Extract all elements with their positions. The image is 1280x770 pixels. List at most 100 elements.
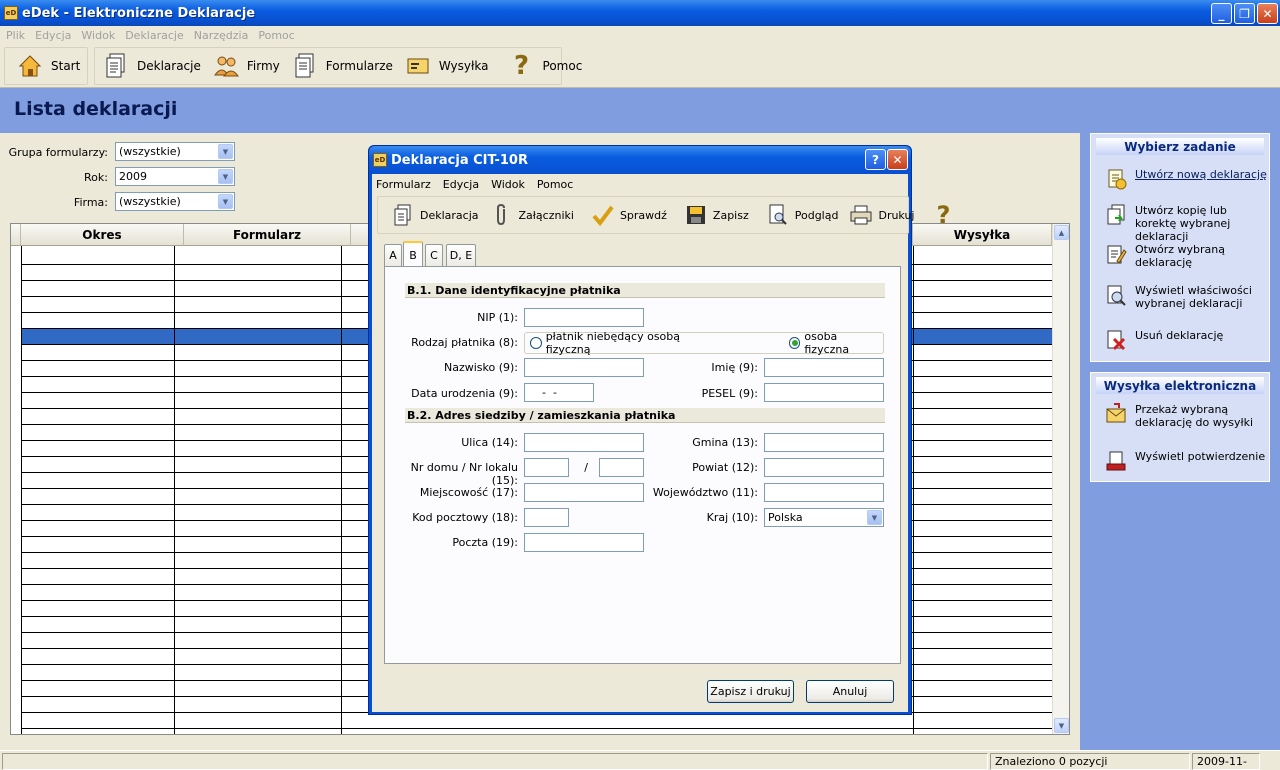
nazwisko-field[interactable]: [524, 358, 644, 377]
task-open-declaration[interactable]: Otwórz wybraną deklarację: [1105, 243, 1265, 269]
dialog-menu-formularz[interactable]: Formularz: [376, 178, 431, 191]
grid-scrollbar[interactable]: ▲ ▼: [1052, 224, 1069, 734]
chevron-down-icon[interactable]: ▼: [218, 169, 233, 184]
grid-divider: [174, 246, 175, 734]
start-button[interactable]: Start: [13, 48, 88, 84]
dialog-menu: Formularz Edycja Widok Pomoc: [376, 174, 585, 194]
poczta-field[interactable]: [524, 533, 644, 552]
close-button[interactable]: ✕: [1257, 3, 1278, 24]
dialog-zalaczniki-button[interactable]: Załączniki: [485, 204, 580, 226]
kod-pocztowy-field[interactable]: [524, 508, 569, 527]
radio-fizyczna[interactable]: osoba fizyczna: [788, 330, 883, 356]
menu-edycja[interactable]: Edycja: [35, 29, 71, 42]
status-panel-main: [2, 753, 988, 770]
task-new-declaration[interactable]: Utwórz nową deklarację: [1105, 168, 1267, 190]
menu-plik[interactable]: Plik: [6, 29, 25, 42]
grid-divider: [21, 246, 22, 734]
scroll-up-icon[interactable]: ▲: [1054, 225, 1069, 240]
grupa-select[interactable]: (wszystkie) ▼: [115, 142, 235, 161]
menu-widok[interactable]: Widok: [81, 29, 115, 42]
radio-button[interactable]: [788, 337, 801, 349]
kraj-label: Kraj (10):: [706, 511, 758, 524]
ulica-field[interactable]: [524, 433, 644, 452]
dialog-menu-widok[interactable]: Widok: [491, 178, 525, 191]
wysylka-button[interactable]: Wysyłka: [401, 48, 497, 84]
status-found: Znaleziono 0 pozycji: [990, 753, 1190, 770]
deklaracje-button[interactable]: Deklaracje: [99, 48, 209, 84]
paperclip-icon: [491, 204, 513, 226]
task-copy-declaration[interactable]: Utwórz kopię lub korektę wybranej deklar…: [1105, 204, 1265, 243]
document-icon: [392, 204, 414, 226]
delete-document-icon: [1105, 329, 1127, 351]
section-b2-header: B.2. Adres siedziby / zamieszkania płatn…: [405, 408, 885, 423]
dialog-podglad-button[interactable]: Podgląd: [761, 204, 845, 226]
data-urodzenia-field[interactable]: - -: [524, 383, 594, 402]
task-send[interactable]: Przekaż wybraną deklarację do wysyłki: [1105, 403, 1265, 429]
firmy-button[interactable]: Firmy: [209, 48, 288, 84]
dialog-close-button[interactable]: ✕: [887, 149, 908, 170]
tab-a[interactable]: A: [384, 244, 402, 266]
imie-field[interactable]: [764, 358, 884, 377]
radio-niefizyczna[interactable]: płatnik niebędący osobą fizyczną: [530, 330, 723, 356]
rok-select[interactable]: 2009 ▼: [115, 167, 235, 186]
toolbar-group-start: Start: [4, 47, 88, 85]
pomoc-button[interactable]: ? Pomoc: [505, 48, 591, 84]
save-icon: [685, 204, 707, 226]
nip-field[interactable]: [524, 308, 644, 327]
kraj-select[interactable]: Polska ▼: [764, 508, 884, 527]
rodzaj-label: Rodzaj płatnika (8):: [411, 336, 518, 349]
formularze-button[interactable]: Formularze: [288, 48, 401, 84]
sending-header: Wysyłka elektroniczna: [1096, 377, 1264, 394]
menu-bar: Plik Edycja Widok Deklaracje Narzędzia P…: [0, 26, 1280, 44]
dialog-toolbar: Deklaracja Załączniki Sprawdź Zapisz Pod…: [377, 196, 950, 234]
nr-lokalu-field[interactable]: [599, 458, 644, 477]
nip-label: NIP (1):: [477, 311, 518, 324]
radio-button[interactable]: [530, 337, 542, 349]
dialog-help-button[interactable]: ?: [865, 149, 886, 170]
dialog-menu-pomoc[interactable]: Pomoc: [537, 178, 573, 191]
dialog-menu-edycja[interactable]: Edycja: [443, 178, 479, 191]
nazwisko-label: Nazwisko (9):: [443, 361, 518, 374]
sending-panel: Wysyłka elektroniczna Przekaż wybraną de…: [1090, 372, 1270, 482]
firma-select[interactable]: (wszystkie) ▼: [115, 192, 235, 211]
nr-domu-field[interactable]: [524, 458, 569, 477]
pesel-field[interactable]: [764, 383, 884, 402]
restore-button[interactable]: ❐: [1234, 3, 1255, 24]
minimize-button[interactable]: _: [1211, 3, 1232, 24]
menu-deklaracje[interactable]: Deklaracje: [125, 29, 184, 42]
dialog-sprawdz-button[interactable]: Sprawdź: [586, 204, 673, 226]
help-icon: ?: [936, 201, 951, 229]
miejscowosc-field[interactable]: [524, 483, 644, 502]
chevron-down-icon[interactable]: ▼: [867, 510, 882, 525]
menu-pomoc[interactable]: Pomoc: [258, 29, 294, 42]
task-properties[interactable]: Wyświetl właściwości wybranej deklaracji: [1105, 284, 1265, 310]
column-wysylka[interactable]: Wysyłka: [913, 224, 1052, 246]
imie-label: Imię (9):: [711, 361, 758, 374]
rok-label: Rok:: [84, 171, 108, 184]
edit-document-icon: [1105, 243, 1127, 265]
menu-narzedzia[interactable]: Narzędzia: [194, 29, 249, 42]
toolbar-group-main: Deklaracje Firmy Formularze Wysyłka ? Po…: [94, 47, 582, 85]
chevron-down-icon[interactable]: ▼: [218, 144, 233, 159]
task-confirmation[interactable]: Wyświetl potwierdzenie: [1105, 450, 1265, 472]
column-okres[interactable]: Okres: [21, 224, 184, 246]
chevron-down-icon[interactable]: ▼: [218, 194, 233, 209]
grupa-label: Grupa formularzy:: [8, 146, 108, 159]
cancel-button[interactable]: Anuluj: [806, 680, 894, 703]
scroll-down-icon[interactable]: ▼: [1054, 718, 1069, 733]
task-delete[interactable]: Usuń deklarację: [1105, 329, 1223, 351]
people-icon: [213, 53, 239, 79]
powiat-field[interactable]: [764, 458, 884, 477]
wojewodztwo-field[interactable]: [764, 483, 884, 502]
tab-b[interactable]: B: [403, 241, 423, 267]
column-formularz[interactable]: Formularz: [184, 224, 351, 246]
dialog-drukuj-button[interactable]: Drukuj: [844, 204, 920, 226]
dialog-deklaracja-button[interactable]: Deklaracja: [386, 204, 485, 226]
tab-de[interactable]: D, E: [446, 244, 476, 266]
tab-c[interactable]: C: [425, 244, 443, 266]
gmina-field[interactable]: [764, 433, 884, 452]
section-b1-header: B.1. Dane identyfikacyjne płatnika: [405, 283, 885, 298]
dialog-zapisz-button[interactable]: Zapisz: [679, 204, 755, 226]
dialog-help-toolbar-button[interactable]: ?: [927, 201, 967, 229]
save-print-button[interactable]: Zapisz i drukuj: [707, 680, 794, 703]
